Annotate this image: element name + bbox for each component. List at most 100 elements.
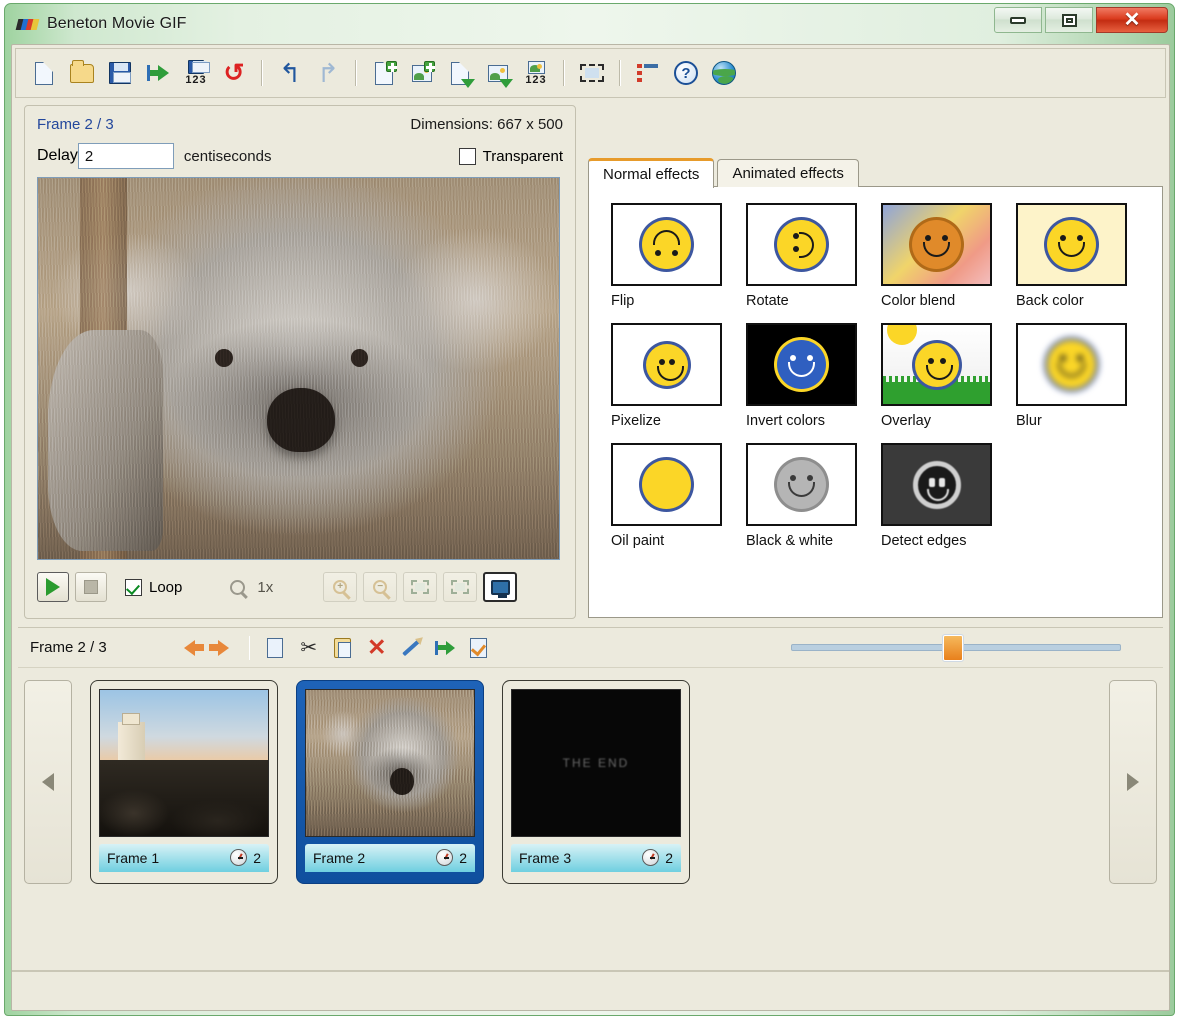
frame-list-view-button[interactable] xyxy=(630,56,666,90)
effect-thumb-color-blend[interactable] xyxy=(881,203,992,286)
smiley-invert-icon xyxy=(777,340,826,389)
effect-thumb-oil-paint[interactable] xyxy=(611,443,722,526)
redo-button[interactable]: ↱ xyxy=(310,56,346,90)
add-frame-button[interactable] xyxy=(366,56,402,90)
slider-thumb[interactable] xyxy=(942,633,964,662)
frame-zoom-slider[interactable] xyxy=(791,633,1121,662)
delete-frame-button[interactable]: ✕ xyxy=(360,633,394,663)
save-sequence-button[interactable]: 123 xyxy=(178,56,214,90)
smiley-detectedges-icon xyxy=(912,460,961,509)
refresh-button[interactable]: ↺ xyxy=(216,56,252,90)
effect-thumb-overlay[interactable] xyxy=(881,323,992,406)
list-view-icon xyxy=(637,64,659,82)
paste-frame-button[interactable] xyxy=(326,633,360,663)
frame-toolbar: Frame 2 / 3 ✂ ✕ xyxy=(18,627,1163,667)
transparent-checkbox[interactable] xyxy=(458,147,476,165)
effect-thumb-pixelize[interactable] xyxy=(611,323,722,406)
frame-thumbnail-image-2 xyxy=(305,688,475,837)
next-frame-button[interactable] xyxy=(207,633,241,663)
new-file-button[interactable] xyxy=(26,56,62,90)
stop-icon xyxy=(84,580,98,594)
paste-icon xyxy=(334,637,352,658)
smiley-flip-icon xyxy=(642,220,691,269)
cut-frame-button[interactable]: ✂ xyxy=(292,633,326,663)
effect-flip[interactable]: Flip xyxy=(611,203,746,309)
zoom-out-button[interactable]: − xyxy=(363,572,398,602)
insert-frame-button[interactable] xyxy=(442,56,478,90)
actual-size-button[interactable] xyxy=(443,572,478,602)
effect-back-color[interactable]: Back color xyxy=(1016,203,1151,309)
minimize-button[interactable] xyxy=(994,7,1042,33)
effect-thumb-detect-edges[interactable] xyxy=(881,443,992,526)
copy-frame-button[interactable] xyxy=(258,633,292,663)
help-button[interactable]: ? xyxy=(668,56,704,90)
smiley-rotate-icon xyxy=(777,220,826,269)
clock-icon xyxy=(230,849,248,866)
effect-detect-edges[interactable]: Detect edges xyxy=(881,443,1016,549)
tab-normal-effects[interactable]: Normal effects xyxy=(588,158,715,188)
effect-color-blend[interactable]: Color blend xyxy=(881,203,1016,309)
frame-caption-3: Frame 3 2 xyxy=(511,843,681,872)
play-button[interactable] xyxy=(37,572,69,602)
frame-label-1: Frame 1 xyxy=(107,849,160,866)
effect-label-blur: Blur xyxy=(1016,413,1042,429)
effect-thumb-flip[interactable] xyxy=(611,203,722,286)
frame-thumbnail-3[interactable]: THE END Frame 3 2 xyxy=(502,679,690,884)
effect-thumb-blur[interactable] xyxy=(1016,323,1127,406)
frame-thumbnail-1[interactable]: Frame 1 2 xyxy=(90,679,278,884)
effect-thumb-back-color[interactable] xyxy=(1016,203,1127,286)
export-frame-button[interactable] xyxy=(428,633,462,663)
close-button[interactable]: ✕ xyxy=(1096,7,1168,33)
resize-canvas-button[interactable] xyxy=(574,56,610,90)
effect-oil-paint[interactable]: Oil paint xyxy=(611,443,746,549)
sequence-badge-label-2: 123 xyxy=(525,73,547,86)
loop-checkbox[interactable] xyxy=(125,578,142,596)
zoom-in-button[interactable]: + xyxy=(323,572,358,602)
save-file-button[interactable] xyxy=(102,56,138,90)
toolbar-separator xyxy=(619,60,621,86)
effect-label-detect-edges: Detect edges xyxy=(881,533,967,549)
insert-sequence-button[interactable]: 123 xyxy=(518,56,554,90)
frame-strip: Frame 1 2 Frame 2 2 THE END Frame 3 2 xyxy=(18,667,1163,895)
full-screen-button[interactable] xyxy=(483,572,518,602)
scroll-left-button[interactable] xyxy=(24,679,72,884)
add-image-button[interactable] xyxy=(404,56,440,90)
delete-x-icon: ✕ xyxy=(367,634,387,660)
maximize-button[interactable] xyxy=(1045,7,1093,33)
scroll-right-button[interactable] xyxy=(1109,679,1157,884)
effect-thumb-black-and-white[interactable] xyxy=(746,443,857,526)
effect-thumb-invert-colors[interactable] xyxy=(746,323,857,406)
tab-animated-effects[interactable]: Animated effects xyxy=(717,159,859,187)
effect-pixelize[interactable]: Pixelize xyxy=(611,323,746,429)
select-frame-button[interactable] xyxy=(462,633,496,663)
loop-checkbox-row[interactable]: Loop xyxy=(125,578,182,596)
edit-frame-button[interactable] xyxy=(394,633,428,663)
effect-thumb-rotate[interactable] xyxy=(746,203,857,286)
undo-button[interactable]: ↰ xyxy=(272,56,308,90)
new-document-icon xyxy=(35,61,54,85)
previous-frame-button[interactable] xyxy=(173,633,207,663)
actual-size-icon xyxy=(451,580,470,594)
effects-section: Normal effects Animated effects Flip Rot… xyxy=(588,105,1163,619)
fit-to-window-button[interactable] xyxy=(403,572,438,602)
stop-button[interactable] xyxy=(75,572,107,602)
website-button[interactable] xyxy=(706,56,742,90)
delay-input[interactable] xyxy=(77,143,174,169)
effect-blur[interactable]: Blur xyxy=(1016,323,1151,429)
save-as-button[interactable] xyxy=(140,56,176,90)
effects-panel: Flip Rotate Color blend Back color Pixel… xyxy=(588,186,1163,618)
effect-rotate[interactable]: Rotate xyxy=(746,203,881,309)
delay-label: Delay xyxy=(37,147,78,164)
insert-image-button[interactable] xyxy=(480,56,516,90)
effect-overlay[interactable]: Overlay xyxy=(881,323,1016,429)
preview-panel: Frame 2 / 3 Dimensions: 667 x 500 Delay … xyxy=(24,105,576,619)
effect-black-and-white[interactable]: Black & white xyxy=(746,443,881,549)
pencil-icon xyxy=(401,639,420,656)
open-file-button[interactable] xyxy=(64,56,100,90)
smiley-blackwhite-icon xyxy=(777,460,826,509)
frame-label-3: Frame 3 xyxy=(519,849,572,866)
frame-thumbnail-2[interactable]: Frame 2 2 xyxy=(296,679,484,884)
effect-invert-colors[interactable]: Invert colors xyxy=(746,323,881,429)
frame-label-2: Frame 2 xyxy=(313,849,366,866)
transparent-checkbox-row[interactable]: Transparent xyxy=(458,147,563,165)
